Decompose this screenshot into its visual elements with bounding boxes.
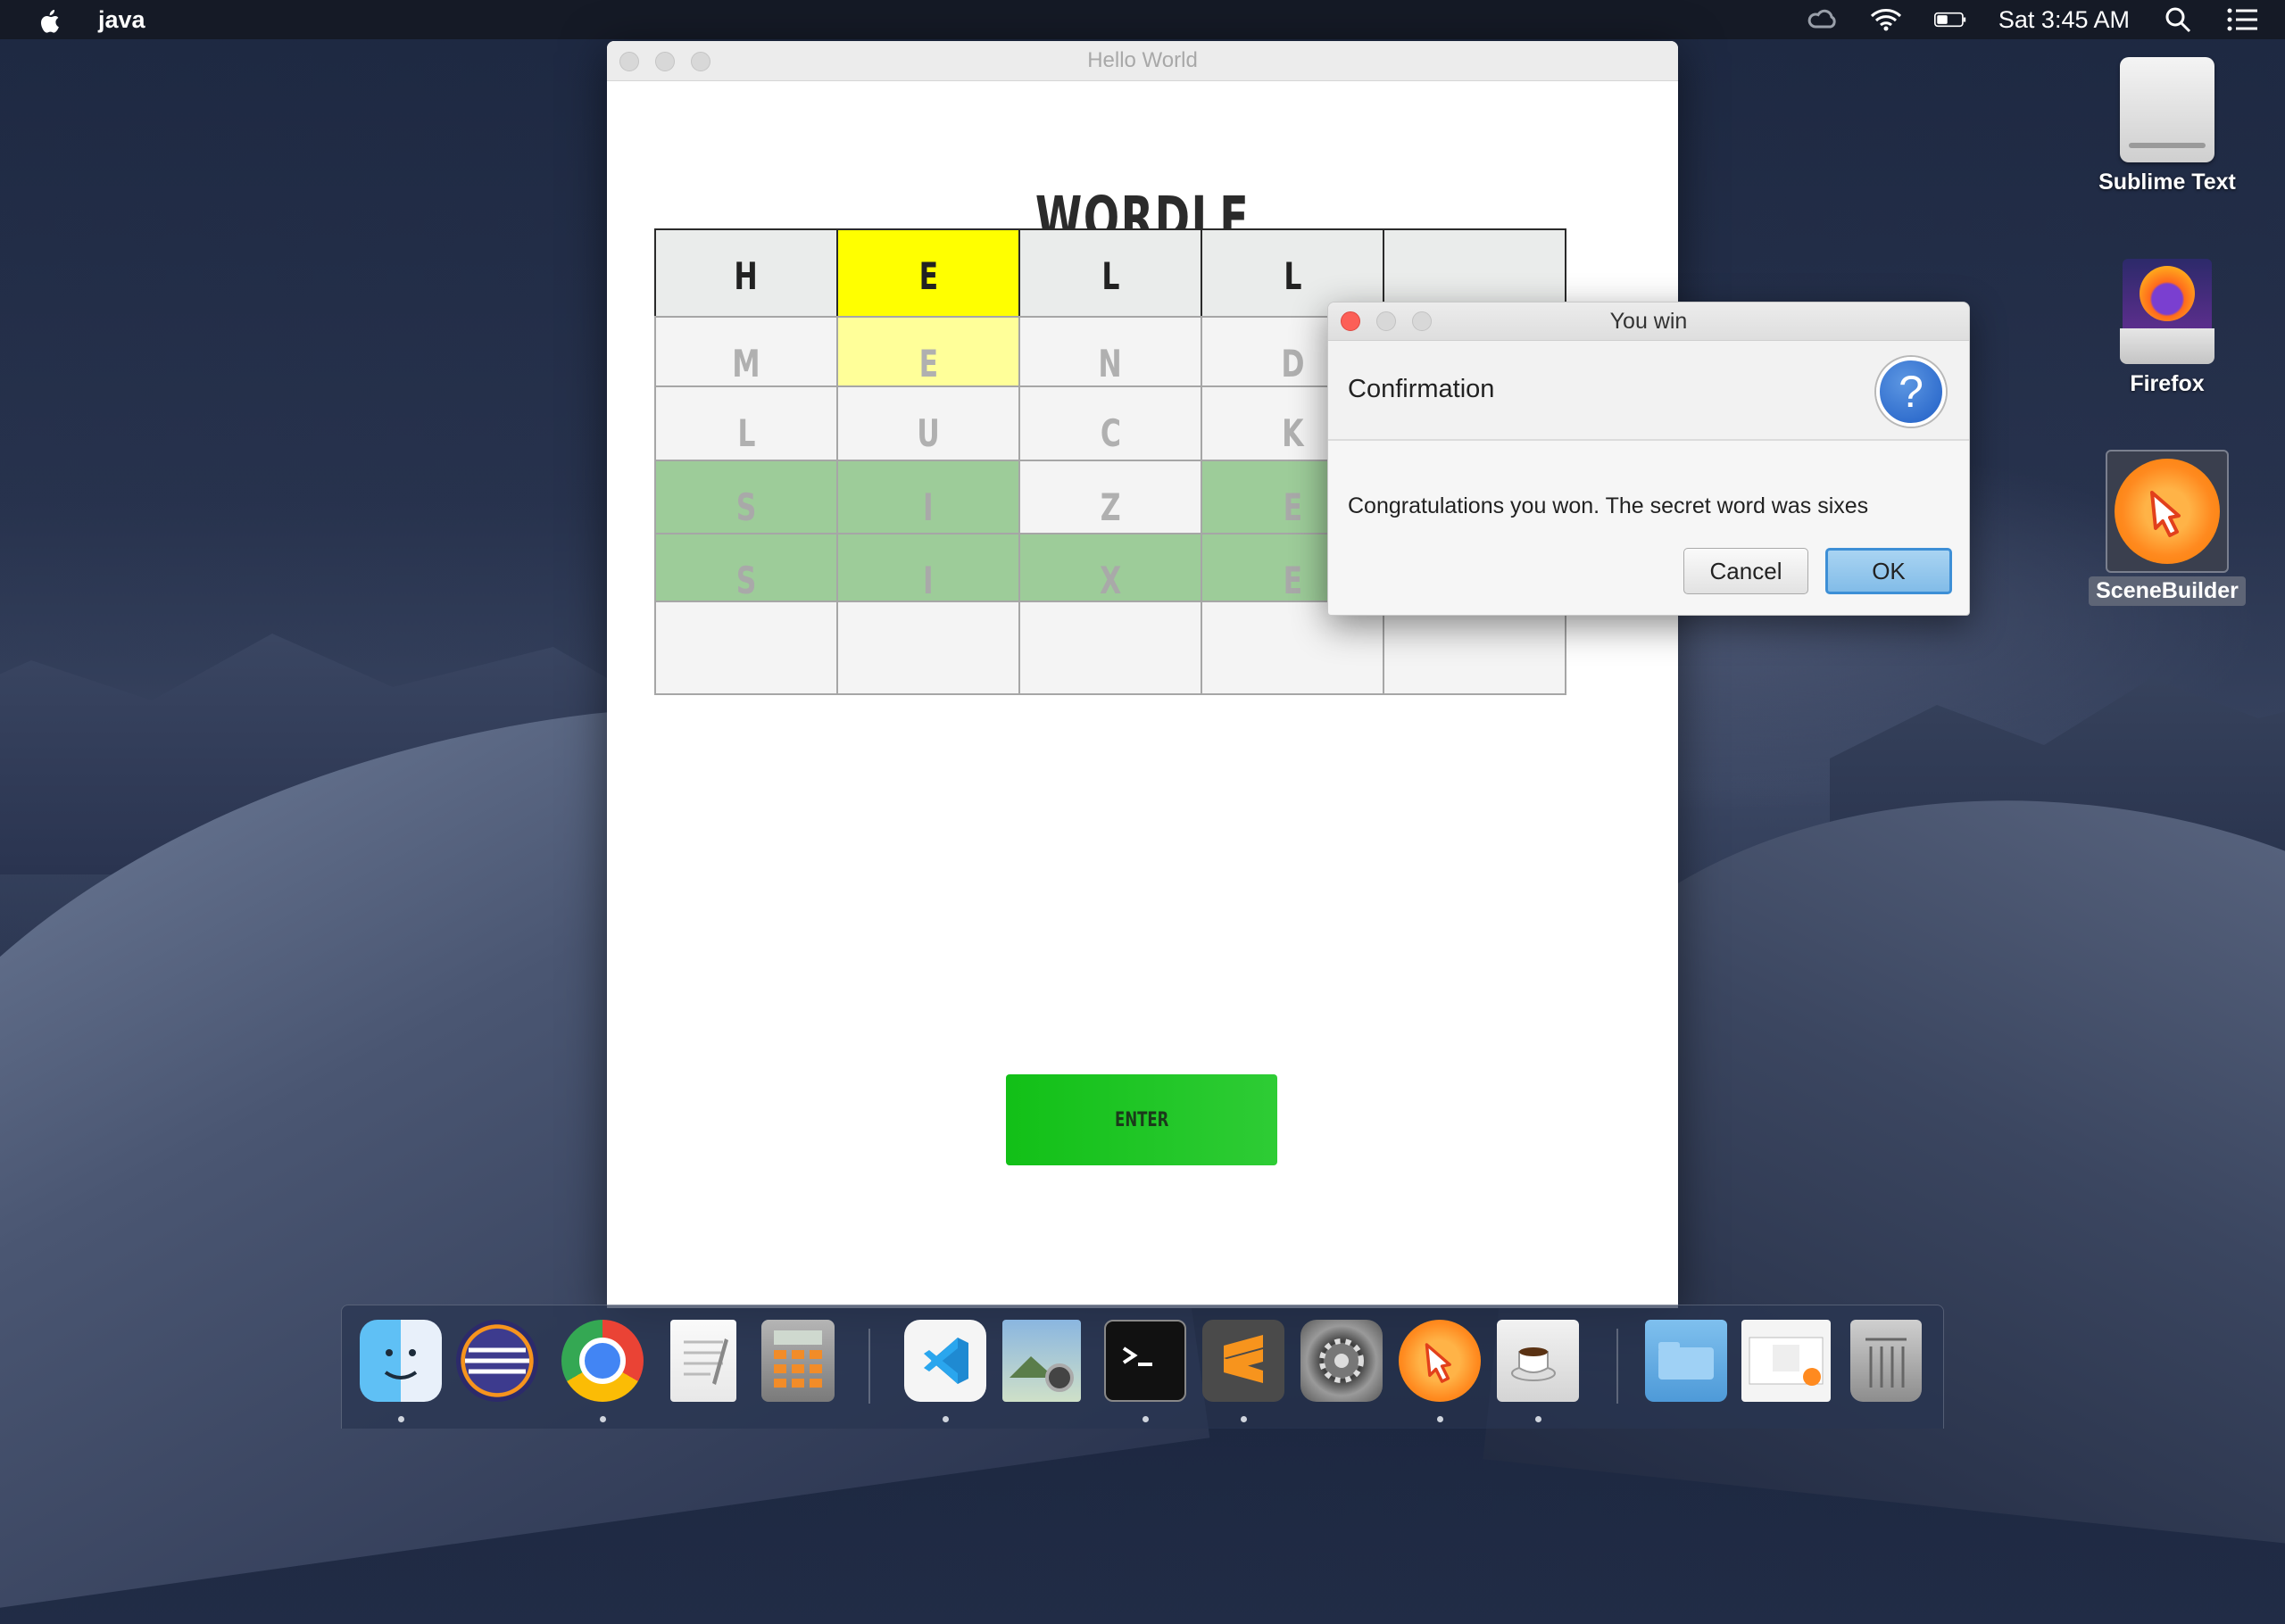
letter-tile-text: S [735,485,757,529]
screenshot-thumbnail-icon[interactable] [1741,1320,1831,1402]
desktop-item-firefox[interactable]: Firefox [2087,259,2248,397]
menubar-clock[interactable]: Sat 3:45 AM [1998,6,2130,34]
drive-icon [2120,328,2214,364]
desktop-item-scenebuilder[interactable]: SceneBuilder [2087,450,2248,606]
running-indicator [1535,1416,1541,1422]
question-icon: ? [1876,357,1946,427]
spotlight-search-icon[interactable] [2162,6,2194,33]
running-indicator [600,1416,606,1422]
notification-center-icon[interactable] [2226,6,2258,33]
dock [341,1305,1944,1429]
running-indicator [1142,1416,1149,1422]
ok-button[interactable]: OK [1825,548,1952,594]
finder-icon[interactable] [360,1320,442,1402]
letter-tile [654,601,838,695]
downloads-folder-icon[interactable] [1645,1320,1727,1402]
dialog-message: Congratulations you won. The secret word… [1348,493,1869,518]
letter-tile-text: I [923,558,934,602]
dialog-title: You win [1609,308,1688,334]
letter-tile-text: Z [1100,485,1121,529]
preview-icon[interactable] [1002,1320,1081,1402]
dialog-titlebar[interactable]: You win [1328,302,1969,341]
letter-tile-text: D [1280,341,1305,385]
running-indicator [1241,1416,1247,1422]
running-indicator [1437,1416,1443,1422]
wordle-window: Hello World WORDLE HELLMENDLUCKYSIZEDSIX… [607,41,1678,1308]
cancel-button[interactable]: Cancel [1683,548,1808,594]
desktop-item-label: Sublime Text [2098,170,2236,195]
dialog-close-button[interactable] [1341,311,1360,331]
eclipse-icon[interactable] [456,1320,538,1402]
window-titlebar[interactable]: Hello World [607,41,1678,81]
battery-icon[interactable] [1933,6,1966,33]
trash-icon[interactable] [1850,1320,1922,1402]
close-button[interactable] [619,52,639,71]
letter-tile-text: E [1283,558,1302,602]
letter-tile-text: M [732,341,760,385]
apple-icon[interactable] [36,4,62,35]
letter-tile-text: K [1281,410,1304,455]
letter-tile-text: U [917,410,940,455]
terminal-icon[interactable] [1104,1320,1186,1402]
you-win-dialog: You win Confirmation ? Congratulations y… [1327,302,1970,616]
java-coffee-icon[interactable] [1497,1320,1579,1402]
enter-button-label: ENTER [1114,1108,1169,1131]
drive-icon [2120,57,2214,162]
window-title: Hello World [1087,48,1198,72]
letter-tile-text: C [1100,410,1121,455]
calculator-icon[interactable] [761,1320,835,1402]
chrome-icon[interactable] [561,1320,644,1402]
minimize-button[interactable] [655,52,675,71]
active-app-name[interactable]: java [98,6,145,34]
letter-tile [836,601,1020,695]
wifi-icon[interactable] [1870,6,1902,33]
letter-tile-text: L [736,410,756,455]
desktop-item-sublime-text[interactable]: Sublime Text [2087,57,2248,195]
scenebuilder-icon [2106,450,2229,573]
letter-tile-text: E [1283,485,1302,529]
letter-tile-text: S [735,558,757,602]
system-preferences-icon[interactable] [1300,1320,1383,1402]
letter-tile: L [1018,228,1202,323]
letter-tile-text: H [734,253,759,298]
letter-tile-text: N [1098,341,1123,385]
desktop-item-label: SceneBuilder [2089,576,2246,606]
dock-separator [868,1329,870,1404]
enter-button[interactable]: ENTER [1006,1074,1277,1165]
dialog-header-text: Confirmation [1348,375,1495,403]
dialog-zoom-button [1412,311,1432,331]
firefox-icon [2123,259,2212,328]
letter-tile-text: E [918,253,938,298]
dialog-minimize-button [1376,311,1396,331]
creative-cloud-icon[interactable] [1806,6,1838,33]
letter-tile: H [654,228,838,323]
question-icon-glyph: ? [1899,367,1924,417]
letter-tile [1018,601,1202,695]
dialog-header: Confirmation ? [1328,341,1969,441]
running-indicator [398,1416,404,1422]
letter-tile-text: L [1101,253,1120,298]
desktop-item-label: Firefox [2130,371,2205,396]
scenebuilder-icon[interactable] [1399,1320,1481,1402]
menu-bar: java Sat 3:45 AM [0,0,2285,39]
letter-tile-text: I [923,485,934,529]
vscode-icon[interactable] [904,1320,986,1402]
zoom-button[interactable] [691,52,710,71]
letter-tile-text: E [918,341,938,385]
running-indicator [943,1416,949,1422]
textedit-icon[interactable] [670,1320,736,1402]
sublime-text-icon[interactable] [1202,1320,1284,1402]
letter-tile: E [836,228,1020,323]
letter-tile-text: X [1099,558,1122,602]
dock-separator [1616,1329,1618,1404]
letter-tile-text: L [1283,253,1302,298]
